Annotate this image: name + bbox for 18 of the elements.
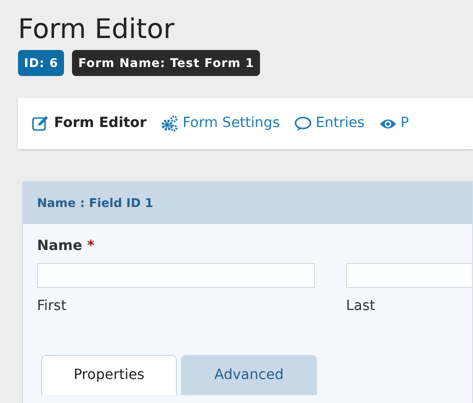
panel-header: Name : Field ID 1 bbox=[23, 182, 472, 224]
tab[interactable]: Properties bbox=[41, 355, 177, 396]
nav-link[interactable]: P bbox=[378, 113, 409, 134]
sub-label: Last bbox=[346, 297, 376, 316]
input-field[interactable] bbox=[37, 263, 315, 288]
nav-link[interactable]: Form Editor bbox=[32, 113, 147, 134]
id-badge: ID: 6 bbox=[18, 50, 64, 76]
field-label: Name * bbox=[37, 237, 96, 256]
edit-icon bbox=[32, 114, 50, 133]
gears-icon bbox=[160, 114, 179, 133]
form-name-badge: Form Name: Test Form 1 bbox=[72, 50, 260, 76]
page-title: Form Editor bbox=[18, 14, 176, 46]
required-mark: * bbox=[87, 238, 94, 254]
tab[interactable]: Advanced bbox=[181, 355, 317, 396]
sub-label: First bbox=[37, 297, 68, 316]
nav-link[interactable]: Entries bbox=[294, 113, 364, 134]
speech-bubble-icon bbox=[294, 114, 312, 133]
nav-link[interactable]: Form Settings bbox=[160, 113, 280, 134]
